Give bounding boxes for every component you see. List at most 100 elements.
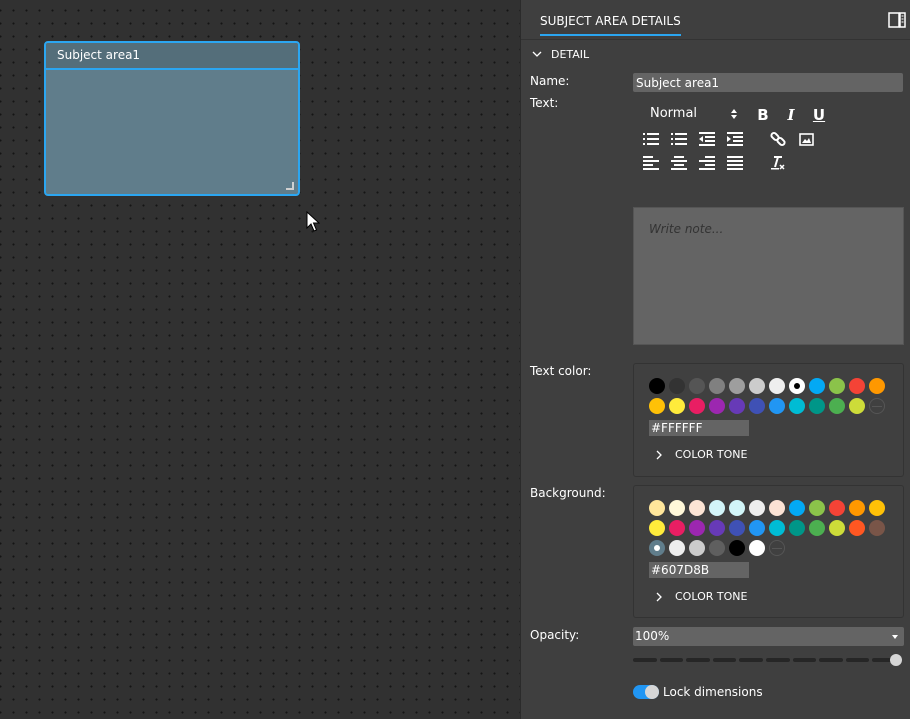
color-swatch[interactable] xyxy=(689,500,705,516)
color-swatch[interactable] xyxy=(769,520,785,536)
slider-step[interactable] xyxy=(686,658,710,662)
name-input[interactable] xyxy=(633,73,903,92)
color-swatch[interactable] xyxy=(709,520,725,536)
color-swatch[interactable] xyxy=(709,500,725,516)
color-swatch[interactable] xyxy=(849,520,865,536)
color-swatch[interactable] xyxy=(649,398,665,414)
slider-step[interactable] xyxy=(845,658,870,662)
color-swatch[interactable] xyxy=(829,378,845,394)
color-swatch[interactable] xyxy=(869,520,885,536)
slider-step[interactable] xyxy=(766,658,790,662)
background-tone-toggle[interactable]: COLOR TONE xyxy=(654,590,747,603)
outdent-button[interactable] xyxy=(698,130,716,148)
detail-section-toggle[interactable]: DETAIL xyxy=(531,46,589,62)
color-swatch[interactable] xyxy=(829,398,845,414)
color-swatch[interactable] xyxy=(649,500,665,516)
color-swatch[interactable] xyxy=(729,540,745,556)
color-swatch[interactable] xyxy=(669,520,685,536)
color-swatch[interactable] xyxy=(689,540,705,556)
align-justify-button[interactable] xyxy=(726,154,744,172)
text-color-hex-input[interactable] xyxy=(649,420,749,436)
subject-area-title[interactable]: Subject area1 xyxy=(46,43,298,70)
color-swatch[interactable] xyxy=(709,540,725,556)
color-swatch[interactable] xyxy=(729,520,745,536)
align-right-button[interactable] xyxy=(698,154,716,172)
font-style-select[interactable]: Normal xyxy=(650,106,738,121)
background-hex-input[interactable] xyxy=(649,562,749,578)
color-swatch[interactable] xyxy=(749,500,765,516)
color-swatch[interactable] xyxy=(689,378,705,394)
toggle-knob[interactable] xyxy=(645,685,659,699)
image-button[interactable] xyxy=(797,130,815,148)
color-swatch[interactable] xyxy=(849,398,865,414)
color-swatch[interactable] xyxy=(849,378,865,394)
color-swatch[interactable] xyxy=(709,398,725,414)
color-swatch[interactable] xyxy=(809,378,825,394)
slider-thumb[interactable] xyxy=(890,654,902,666)
color-swatch[interactable] xyxy=(749,378,765,394)
color-swatch[interactable] xyxy=(669,378,685,394)
color-swatch[interactable] xyxy=(869,500,885,516)
color-swatch[interactable] xyxy=(769,500,785,516)
color-swatch[interactable] xyxy=(869,378,885,394)
align-left-button[interactable] xyxy=(642,154,660,172)
subject-area-box[interactable]: Subject area1 xyxy=(44,41,300,196)
italic-button[interactable]: I xyxy=(782,106,800,124)
link-button[interactable] xyxy=(769,130,787,148)
color-swatch[interactable] xyxy=(829,520,845,536)
slider-step[interactable] xyxy=(633,658,657,662)
bold-button[interactable]: B xyxy=(754,106,772,124)
color-swatch[interactable] xyxy=(669,540,685,556)
color-swatch[interactable] xyxy=(769,398,785,414)
color-swatch[interactable] xyxy=(829,500,845,516)
color-swatch[interactable] xyxy=(729,378,745,394)
lock-dimensions-toggle[interactable] xyxy=(633,685,659,699)
color-swatch[interactable] xyxy=(809,398,825,414)
color-swatch[interactable] xyxy=(749,398,765,414)
link-icon xyxy=(770,131,786,147)
color-swatch[interactable] xyxy=(689,398,705,414)
slider-step[interactable] xyxy=(739,658,763,662)
color-swatch[interactable] xyxy=(809,500,825,516)
color-swatch[interactable] xyxy=(789,520,805,536)
no-color-swatch[interactable] xyxy=(869,398,885,414)
slider-step[interactable] xyxy=(659,658,684,662)
color-swatch[interactable] xyxy=(849,500,865,516)
color-swatch[interactable] xyxy=(669,500,685,516)
align-center-button[interactable] xyxy=(670,154,688,172)
indent-button[interactable] xyxy=(726,130,744,148)
color-swatch[interactable] xyxy=(789,398,805,414)
panel-layout-icon[interactable] xyxy=(888,12,906,28)
slider-step[interactable] xyxy=(712,658,737,662)
color-swatch[interactable] xyxy=(649,520,665,536)
color-swatch[interactable] xyxy=(689,520,705,536)
underline-button[interactable]: U xyxy=(810,106,828,124)
diagram-canvas[interactable]: Subject area1 xyxy=(0,0,520,719)
color-swatch[interactable] xyxy=(649,378,665,394)
background-label: Background: xyxy=(530,486,606,500)
color-swatch[interactable] xyxy=(729,398,745,414)
note-textarea[interactable] xyxy=(633,207,904,345)
bullet-list-button[interactable] xyxy=(670,130,688,148)
color-swatch[interactable] xyxy=(789,500,805,516)
color-swatch[interactable] xyxy=(749,540,765,556)
color-swatch[interactable] xyxy=(709,378,725,394)
opacity-select[interactable]: 100% xyxy=(633,627,904,646)
color-swatch[interactable] xyxy=(669,398,685,414)
color-swatch[interactable] xyxy=(749,520,765,536)
subject-area-body[interactable] xyxy=(46,70,298,194)
opacity-slider[interactable] xyxy=(633,653,904,667)
tab-subject-area-details[interactable]: SUBJECT AREA DETAILS xyxy=(540,14,681,36)
slider-step[interactable] xyxy=(819,658,843,662)
clear-format-button[interactable] xyxy=(769,154,787,172)
color-swatch[interactable] xyxy=(769,378,785,394)
color-swatch[interactable] xyxy=(649,540,665,556)
no-color-swatch[interactable] xyxy=(769,540,785,556)
color-swatch[interactable] xyxy=(789,378,805,394)
ordered-list-button[interactable] xyxy=(642,130,660,148)
color-swatch[interactable] xyxy=(729,500,745,516)
text-color-tone-toggle[interactable]: COLOR TONE xyxy=(654,448,747,461)
color-swatch[interactable] xyxy=(809,520,825,536)
resize-handle[interactable] xyxy=(286,182,294,190)
slider-step[interactable] xyxy=(792,658,817,662)
